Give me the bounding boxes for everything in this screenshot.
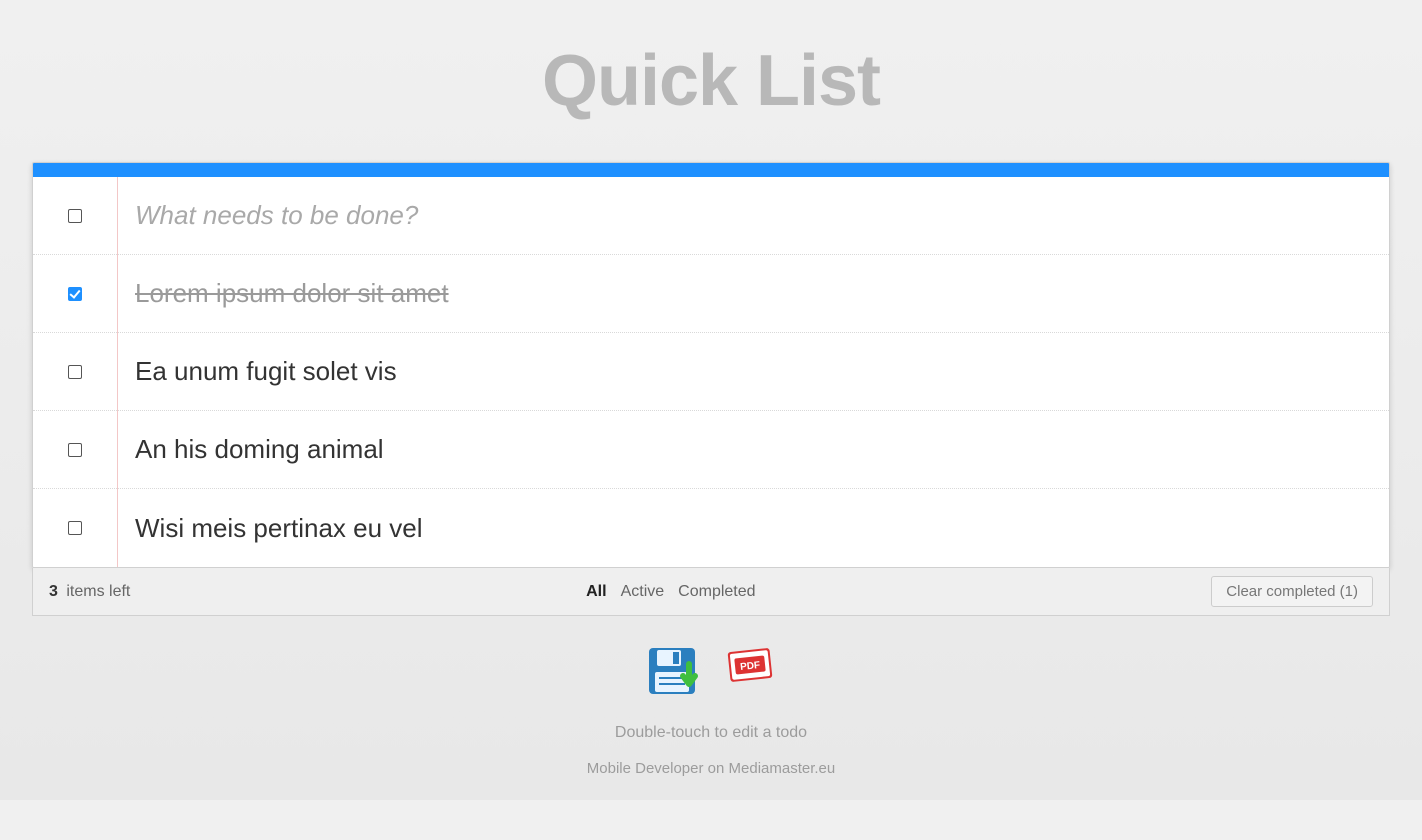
filter-completed[interactable]: Completed <box>678 583 755 601</box>
items-left-count: 3 <box>49 583 58 600</box>
svg-text:PDF: PDF <box>740 660 761 673</box>
items-left-suffix: items left <box>66 583 130 600</box>
todo-row[interactable]: Lorem ipsum dolor sit amet <box>33 255 1389 333</box>
todo-checkbox[interactable] <box>68 521 82 535</box>
todo-row[interactable]: Wisi meis pertinax eu vel <box>33 489 1389 567</box>
footer-bar: 3 items left All Active Completed Clear … <box>32 568 1390 616</box>
floppy-save-icon[interactable] <box>645 644 699 698</box>
todo-checkbox[interactable] <box>68 287 82 301</box>
todo-text[interactable]: Lorem ipsum dolor sit amet <box>117 278 1369 309</box>
todo-text[interactable]: An his doming animal <box>117 434 1369 465</box>
filter-group: All Active Completed <box>586 583 755 601</box>
todo-list: Lorem ipsum dolor sit amet Ea unum fugit… <box>33 177 1389 567</box>
todo-card: Lorem ipsum dolor sit amet Ea unum fugit… <box>32 162 1390 568</box>
action-icons: PDF <box>32 644 1390 698</box>
items-left: 3 items left <box>49 583 130 601</box>
pdf-icon[interactable]: PDF <box>723 644 777 698</box>
todo-row[interactable]: Ea unum fugit solet vis <box>33 333 1389 411</box>
todo-text[interactable]: Ea unum fugit solet vis <box>117 356 1369 387</box>
filter-active[interactable]: Active <box>621 583 665 601</box>
page-title: Quick List <box>32 40 1390 122</box>
todo-checkbox[interactable] <box>68 443 82 457</box>
toggle-all-checkbox[interactable] <box>68 209 82 223</box>
todo-row[interactable]: An his doming animal <box>33 411 1389 489</box>
todo-text[interactable]: Wisi meis pertinax eu vel <box>117 513 1369 544</box>
todo-checkbox[interactable] <box>68 365 82 379</box>
filter-all[interactable]: All <box>586 583 606 601</box>
credit-text: Mobile Developer on Mediamaster.eu <box>32 760 1390 777</box>
new-todo-input[interactable] <box>117 200 1369 231</box>
accent-bar <box>33 163 1389 177</box>
new-todo-row <box>33 177 1389 255</box>
edit-hint: Double-touch to edit a todo <box>32 724 1390 742</box>
clear-completed-button[interactable]: Clear completed (1) <box>1211 576 1373 607</box>
